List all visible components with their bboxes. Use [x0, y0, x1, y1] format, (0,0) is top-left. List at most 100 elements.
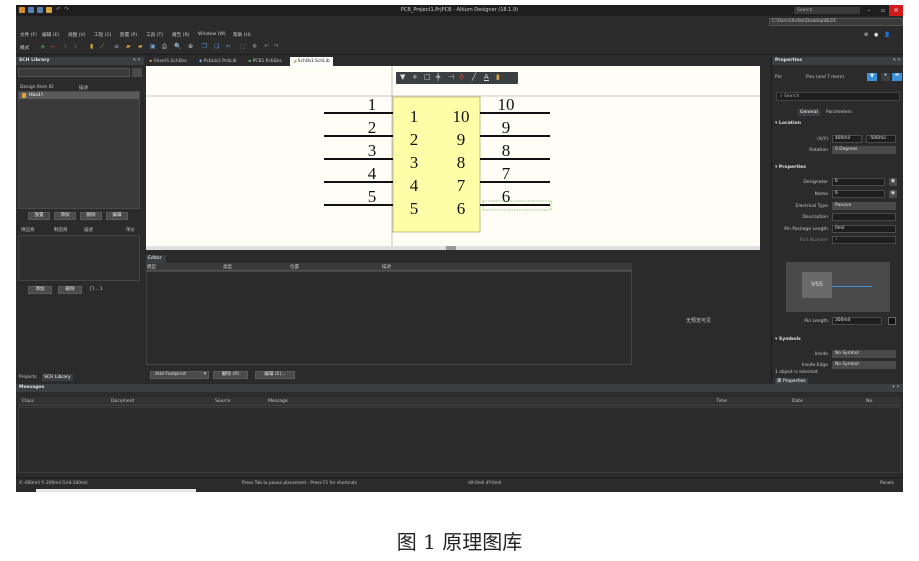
tab-projects[interactable]: Projects — [19, 375, 37, 380]
save-doc-icon[interactable]: ▣ — [150, 43, 156, 50]
schematic-drawing[interactable]: 1 1 2 2 3 3 4 4 5 5 10 10 9 9 8 8 7 7 6 6 — [146, 66, 760, 250]
menu-project[interactable]: 工程 (C) — [94, 32, 111, 38]
place-pin-icon[interactable]: ⊣ — [448, 73, 454, 81]
supplier-add-button[interactable]: 添加 — [28, 286, 52, 294]
settings-gear-icon[interactable]: ⚙ — [864, 32, 868, 38]
add-footprint-button[interactable]: Add Footprint — [150, 371, 205, 379]
filter-scope[interactable]: Pins (and 7 more) — [806, 75, 844, 80]
col-location[interactable]: 位置 — [290, 264, 299, 270]
zoom-in-icon[interactable]: 🔍 — [174, 43, 181, 50]
properties-section[interactable]: ▾ Properties — [775, 165, 806, 170]
pin-color-swatch[interactable] — [888, 317, 896, 325]
place-button[interactable]: 放置 — [28, 212, 50, 220]
filter-dropdown-button[interactable] — [132, 68, 142, 77]
supplier-dropdown[interactable]: [T... 1 — [90, 287, 103, 292]
x-field[interactable]: 400mil — [832, 135, 862, 143]
menu-place[interactable]: 放置 (P) — [120, 32, 137, 38]
line-tool-icon[interactable]: ⟋ — [100, 43, 104, 51]
col-message[interactable]: Message — [268, 399, 288, 404]
rotation-select[interactable]: 0 Degrees — [832, 146, 896, 154]
select-icon[interactable]: ⬚ — [240, 43, 246, 50]
col-type[interactable]: 类型 — [223, 264, 232, 270]
filter-icon[interactable]: ▼ — [400, 73, 405, 81]
mode-dropdown[interactable]: 模式 — [20, 45, 29, 51]
delete-button[interactable]: 删除 — [80, 212, 102, 220]
pin-tool-icon[interactable]: ▮ — [90, 43, 93, 50]
properties-search-input[interactable]: ⌕ Search — [776, 92, 900, 101]
designator-field[interactable]: 6 — [832, 178, 885, 186]
tab-schlib1-schlib[interactable]: ◢ Schlib1.SchLib — [290, 57, 333, 66]
col-editor-desc[interactable]: 描述 — [382, 264, 391, 270]
close-button[interactable]: ✕ — [889, 5, 903, 16]
supplier-list[interactable] — [18, 235, 140, 281]
maximize-button[interactable]: ▫ — [876, 5, 890, 16]
folder-icon[interactable]: ▰ — [126, 43, 131, 50]
pin-filter-icon[interactable]: ⊞ — [892, 73, 902, 81]
align-icon[interactable]: ≡ — [114, 43, 119, 50]
print-icon[interactable]: ⎙ — [162, 43, 167, 51]
ieee-symbol-icon[interactable]: ⟠ — [460, 73, 463, 81]
add-button[interactable]: 添加 — [54, 212, 76, 220]
remove-icon[interactable]: − — [50, 43, 56, 51]
designator-visibility-eye-icon[interactable]: ◉ — [889, 178, 897, 186]
pin-length-field[interactable]: 300mil — [832, 317, 882, 325]
part-icon[interactable]: ▮ — [496, 73, 500, 81]
schematic-canvas[interactable]: 1 1 2 2 3 3 4 4 5 5 10 10 9 9 8 8 7 7 6 6 ▼ + □ ╪ ⊣ ⟠ ╱ A ▮ — [146, 66, 760, 250]
tab-pcb1-pcbdoc[interactable]: ▰ PCB1.PcbDoc — [245, 57, 285, 66]
tab-general[interactable]: General — [798, 109, 820, 116]
menu-view[interactable]: 视图 (V) — [68, 32, 85, 38]
menu-reports[interactable]: 报告 (R) — [172, 32, 189, 38]
col-date[interactable]: Date — [792, 399, 803, 404]
electrical-type-select[interactable]: Passive — [832, 202, 896, 210]
undo-toolbar-icon[interactable]: ↶ — [264, 43, 269, 50]
properties-controls-icon[interactable]: ▾ ✕ — [893, 57, 901, 65]
canvas-hscrollbar[interactable] — [146, 246, 760, 250]
editor-delete-button[interactable]: 删除 (R) — [213, 371, 248, 379]
canvas-hscroll-thumb[interactable] — [446, 246, 456, 250]
move-icon[interactable]: ✥ — [252, 43, 257, 50]
menu-help[interactable]: 帮助 (H) — [233, 32, 251, 38]
messages-list[interactable] — [18, 407, 901, 473]
draw-line-icon[interactable]: ╱ — [472, 73, 476, 81]
nav-forward-icon[interactable]: » — [74, 44, 77, 50]
name-visibility-eye-icon[interactable]: ◉ — [889, 190, 897, 198]
canvas-vscrollbar[interactable] — [760, 66, 764, 250]
editor-edit-button[interactable]: 编辑 (E)... — [255, 371, 295, 379]
inside-edge-select[interactable]: No Symbol — [832, 361, 896, 369]
user-icon[interactable]: 👤 — [884, 32, 890, 38]
inside-select[interactable]: No Symbol — [832, 350, 896, 358]
model-list[interactable] — [146, 271, 632, 365]
description-field[interactable] — [832, 213, 896, 221]
col-supplier-desc[interactable]: 描述 — [84, 227, 93, 233]
y-field[interactable]: -500mil — [866, 135, 896, 143]
panels-button[interactable]: Panels — [880, 481, 894, 486]
col-manufacturer[interactable]: 制造商 — [54, 227, 68, 233]
menu-edit[interactable]: 编辑 (E) — [42, 32, 59, 38]
copy-icon[interactable]: ❐ — [202, 43, 207, 50]
paste-icon[interactable]: ❏ — [214, 43, 219, 50]
filter-dropdown-icon[interactable]: ▾ — [881, 73, 890, 81]
tab-pcblib1[interactable]: ◆ PcbLib1.PcbLib — [196, 57, 240, 66]
list-item[interactable]: Hbo1? — [19, 92, 139, 99]
symbols-section[interactable]: ▾ Symbols — [775, 337, 801, 342]
supplier-delete-button[interactable]: 删除 — [58, 286, 82, 294]
edit-button[interactable]: 编辑 — [106, 212, 128, 220]
nav-back-icon[interactable]: « — [64, 44, 67, 50]
part-number-field[interactable]: 1 — [832, 236, 896, 244]
tab-sch-library[interactable]: SCH Library — [42, 374, 73, 381]
panel-controls-icon[interactable]: ▾ ✕ — [133, 57, 141, 65]
menu-file[interactable]: 文件 (F) — [20, 32, 37, 38]
add-icon[interactable]: + — [40, 43, 46, 51]
redo-toolbar-icon[interactable]: ↷ — [274, 43, 279, 50]
menu-tools[interactable]: 工具 (T) — [146, 32, 163, 38]
col-model[interactable]: 模型 — [147, 264, 156, 270]
tab-parameters[interactable]: Parameters — [824, 109, 854, 116]
col-document[interactable]: Document — [111, 399, 134, 404]
col-time[interactable]: Time — [716, 399, 727, 404]
cut-icon[interactable]: ✂ — [226, 43, 231, 50]
move-select-icon[interactable]: + — [412, 73, 418, 81]
align-tool-icon[interactable]: ╪ — [436, 73, 440, 81]
location-section[interactable]: ▾ Location — [775, 121, 801, 126]
component-list[interactable] — [18, 91, 140, 209]
filter-funnel-icon[interactable]: ▼ — [867, 73, 877, 81]
